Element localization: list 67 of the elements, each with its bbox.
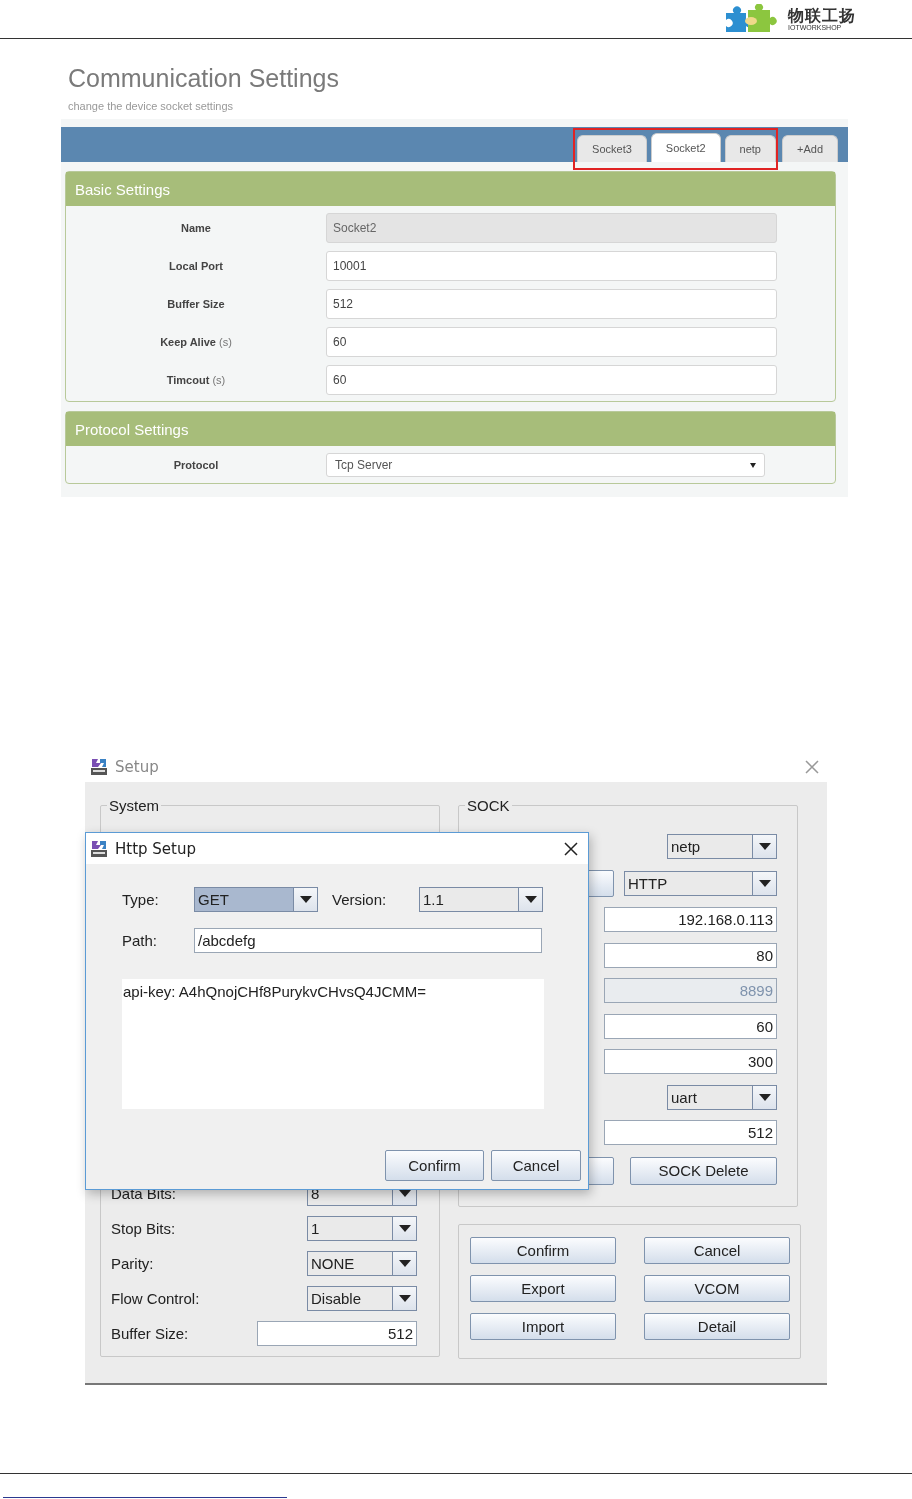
number-field[interactable]: 512 (257, 1321, 417, 1346)
dropdown[interactable]: netp (667, 834, 777, 859)
dropdown[interactable]: NONE (307, 1251, 417, 1276)
dropdown[interactable]: uart (667, 1084, 777, 1110)
field-label: Local Port (169, 260, 223, 272)
number-field[interactable]: 80 (604, 942, 777, 968)
window-title: Setup (115, 758, 159, 776)
number-field[interactable]: 60 (604, 1013, 777, 1039)
dropdown-arrow-icon (758, 843, 771, 850)
dropdown[interactable]: HTTP (624, 870, 777, 896)
text-field[interactable]: 10001 (326, 251, 777, 281)
field-label: Buffer Size: (111, 1325, 189, 1342)
dialog-button[interactable]: Cancel (491, 1150, 581, 1181)
field-label: Protocol (173, 459, 219, 471)
card-title: Protocol Settings (75, 420, 189, 438)
path-field[interactable]: /abcdefg (194, 928, 542, 953)
dialog-button[interactable]: Confirm (385, 1150, 484, 1181)
text-field[interactable]: 512 (326, 289, 777, 319)
action-button[interactable]: Confirm (470, 1237, 616, 1264)
text-field[interactable]: 60 (326, 365, 777, 395)
protocol-select[interactable]: Tcp Server (326, 453, 765, 477)
field-label: Keep Alive (s) (160, 336, 232, 348)
app-icon (89, 838, 109, 859)
page-subtitle: change the device socket settings (68, 100, 234, 112)
dropdown-arrow-icon (398, 1225, 411, 1232)
page-title: Communication Settings (68, 63, 339, 93)
dialog-title: Http Setup (115, 839, 197, 858)
dropdown[interactable]: 1.1 (419, 887, 543, 912)
field-label: Stop Bits: (111, 1220, 176, 1237)
dropdown-arrow-icon (758, 879, 771, 887)
field-label: Timcout (s) (166, 374, 226, 386)
field-label: Path: (122, 932, 159, 949)
dropdown-arrow-icon (524, 896, 537, 903)
app-icon (89, 757, 109, 777)
number-field[interactable]: 300 (604, 1049, 777, 1074)
action-button[interactable]: Cancel (644, 1237, 790, 1264)
dropdown-arrow-icon (398, 1295, 411, 1302)
field-label: Buffer Size (167, 298, 225, 310)
field-label: Type: (122, 891, 160, 908)
action-button[interactable]: VCOM (644, 1275, 790, 1302)
dropdown[interactable]: Disable (307, 1286, 417, 1311)
dropdown-arrow-icon (299, 896, 312, 903)
action-button[interactable]: Export (470, 1275, 616, 1302)
dropdown-arrow-icon (758, 1093, 771, 1101)
field-label: Parity: (111, 1255, 154, 1272)
logo-name: 物联工扬 (788, 6, 856, 24)
dropdown[interactable]: 1 (307, 1216, 417, 1241)
sock-delete-button[interactable]: SOCK Delete (630, 1156, 777, 1185)
field-label: Version: (332, 891, 388, 908)
action-button[interactable]: Import (470, 1313, 616, 1340)
socket-tab[interactable]: Socket3 (577, 135, 647, 162)
number-field[interactable]: 512 (604, 1120, 777, 1145)
dropdown-arrow-icon (398, 1190, 411, 1197)
close-icon[interactable] (564, 841, 578, 856)
text-field[interactable]: 60 (326, 327, 777, 357)
dropdown-arrow-icon (398, 1260, 411, 1267)
socket-tab[interactable]: netp (724, 135, 776, 162)
dropdown-arrow-icon (750, 462, 756, 468)
field-label: Flow Control: (111, 1290, 200, 1307)
card-title: Basic Settings (75, 180, 171, 198)
headers-text-area[interactable]: api-key: A4hQnojCHf8PurykvCHvsQ4JCMM= (122, 979, 544, 1109)
field-label: Name (181, 222, 211, 234)
dropdown[interactable]: GET (194, 887, 318, 912)
add-tab[interactable]: +Add (782, 135, 838, 162)
number-field[interactable]: 192.168.0.113 (604, 907, 777, 932)
action-button[interactable]: Detail (644, 1313, 790, 1340)
socket-tab[interactable]: Socket2 (650, 133, 721, 162)
